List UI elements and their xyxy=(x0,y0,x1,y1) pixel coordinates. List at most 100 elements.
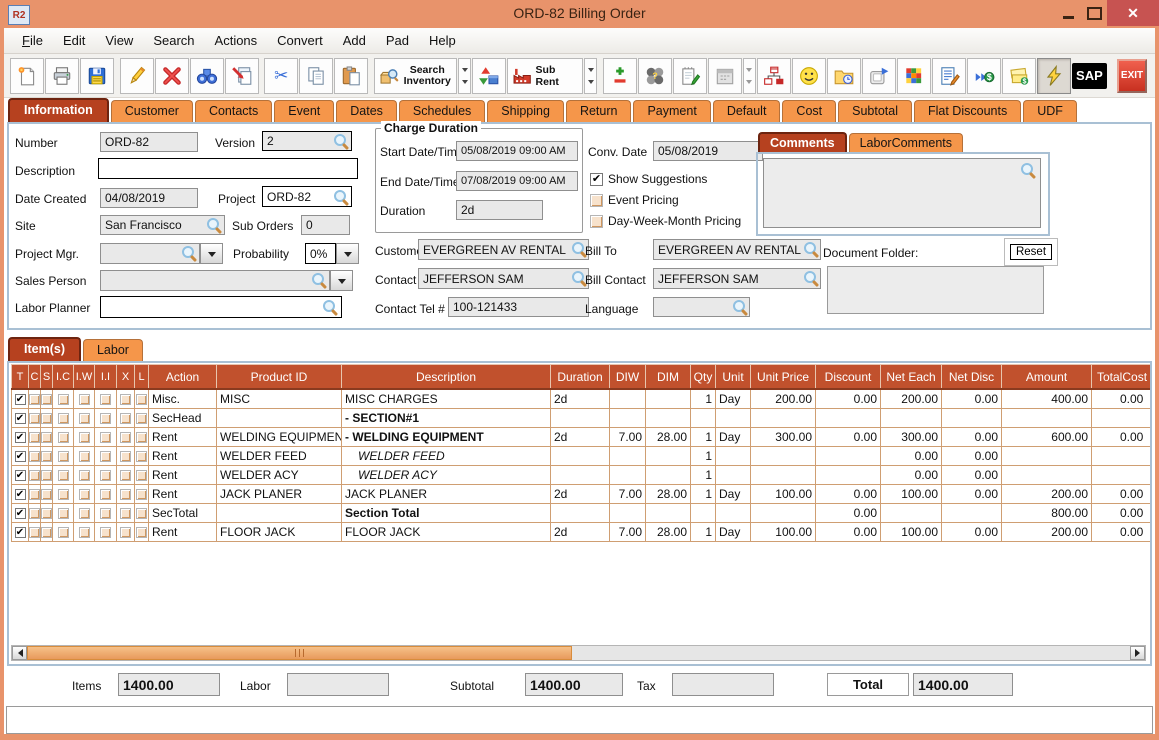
checkbox-icon[interactable] xyxy=(57,488,69,500)
probability-dropdown[interactable] xyxy=(336,243,359,264)
table-cell[interactable]: 28.00 xyxy=(645,426,691,447)
table-row[interactable]: ✔ Rent WELDER FEED WELDER FEED 1 0.00 0.00 xyxy=(11,445,1150,466)
row-checkbox-cell[interactable] xyxy=(116,407,135,428)
scrollbar-thumb[interactable] xyxy=(27,646,572,660)
table-cell[interactable]: 0.00 xyxy=(880,445,942,466)
row-checkbox-cell[interactable] xyxy=(40,426,53,447)
row-checkbox-cell[interactable] xyxy=(73,388,95,409)
search-inventory-button[interactable]: Search Inventory xyxy=(373,57,458,94)
delete-button[interactable] xyxy=(154,57,189,94)
table-cell[interactable] xyxy=(609,464,646,485)
table-cell[interactable]: 600.00 xyxy=(1001,426,1092,447)
number-field[interactable] xyxy=(100,132,198,152)
document-folder-box[interactable] xyxy=(827,266,1044,314)
conv-date-field[interactable] xyxy=(653,141,763,161)
table-cell[interactable]: Day xyxy=(715,426,751,447)
row-checkbox-cell[interactable] xyxy=(40,502,53,523)
tab-udf[interactable]: UDF xyxy=(1023,100,1077,122)
table-cell[interactable]: Rent xyxy=(148,483,217,504)
checkbox-icon[interactable] xyxy=(136,412,147,424)
row-checkbox-cell[interactable] xyxy=(134,407,149,428)
option-event-pricing[interactable]: Event Pricing xyxy=(590,192,679,208)
table-cell[interactable]: MISC CHARGES xyxy=(341,388,551,409)
column-header-c[interactable]: C xyxy=(28,364,41,390)
table-cell[interactable] xyxy=(941,502,1002,523)
table-cell[interactable]: 100.00 xyxy=(880,483,942,504)
checkbox-icon[interactable]: ✔ xyxy=(14,412,26,424)
checkbox-icon[interactable] xyxy=(136,526,147,538)
table-cell[interactable]: 7.00 xyxy=(609,483,646,504)
table-cell[interactable] xyxy=(1091,445,1150,466)
checkbox-icon[interactable] xyxy=(78,394,90,406)
table-cell[interactable]: 200.00 xyxy=(880,388,942,409)
table-cell[interactable]: 0.00 xyxy=(815,502,881,523)
tab-flat-discounts[interactable]: Flat Discounts xyxy=(914,100,1022,122)
table-cell[interactable] xyxy=(1091,464,1150,485)
row-checkbox-cell[interactable] xyxy=(134,388,149,409)
reset-button[interactable]: Reset xyxy=(1009,244,1053,260)
checkbox-icon[interactable] xyxy=(41,450,52,462)
table-cell[interactable]: 300.00 xyxy=(750,426,816,447)
column-header-unit[interactable]: Unit xyxy=(715,364,751,390)
checkbox-icon[interactable] xyxy=(41,526,52,538)
checkbox-icon[interactable] xyxy=(78,431,90,443)
row-checkbox-cell[interactable] xyxy=(52,407,74,428)
checkbox-icon[interactable] xyxy=(29,412,40,424)
table-cell[interactable]: 300.00 xyxy=(880,426,942,447)
add-remove-button[interactable] xyxy=(602,57,637,94)
sub-rent-dropdown[interactable] xyxy=(584,57,598,94)
row-checkbox-cell[interactable] xyxy=(40,483,53,504)
copy-special-button[interactable] xyxy=(224,57,259,94)
row-checkbox-cell[interactable]: ✔ xyxy=(11,521,29,542)
org-chart-button[interactable] xyxy=(756,57,791,94)
table-cell[interactable] xyxy=(645,407,691,428)
subtotal-field[interactable] xyxy=(525,673,623,696)
column-header-t[interactable]: T xyxy=(11,364,29,390)
checkbox-icon[interactable] xyxy=(29,431,40,443)
table-cell[interactable]: MISC xyxy=(216,388,342,409)
table-cell[interactable] xyxy=(750,464,816,485)
table-cell[interactable] xyxy=(1001,407,1092,428)
table-cell[interactable]: 7.00 xyxy=(609,426,646,447)
table-cell[interactable]: 28.00 xyxy=(645,483,691,504)
sales-person-dropdown[interactable] xyxy=(330,270,353,291)
folder-history-button[interactable] xyxy=(826,57,861,94)
column-header-i-c[interactable]: I.C xyxy=(52,364,74,390)
table-cell[interactable] xyxy=(609,388,646,409)
row-checkbox-cell[interactable]: ✔ xyxy=(11,502,29,523)
checkbox-icon[interactable] xyxy=(590,214,603,228)
table-cell[interactable]: 1 xyxy=(690,445,716,466)
table-cell[interactable]: 0.00 xyxy=(941,521,1002,542)
customer-field[interactable] xyxy=(418,239,589,260)
table-cell[interactable]: Section Total xyxy=(341,502,551,523)
row-checkbox-cell[interactable] xyxy=(28,388,41,409)
checkbox-icon[interactable] xyxy=(78,412,90,424)
table-cell[interactable]: 1 xyxy=(690,483,716,504)
column-header-discount[interactable]: Discount xyxy=(815,364,881,390)
checkbox-icon[interactable] xyxy=(41,394,52,406)
tab-event[interactable]: Event xyxy=(274,100,335,122)
close-button[interactable]: ✕ xyxy=(1107,0,1159,26)
checkbox-icon[interactable] xyxy=(136,488,147,500)
table-cell[interactable] xyxy=(690,502,716,523)
column-header-i-w[interactable]: I.W xyxy=(73,364,95,390)
table-cell[interactable]: 1 xyxy=(690,464,716,485)
table-cell[interactable]: 1 xyxy=(690,521,716,542)
table-cell[interactable] xyxy=(1001,445,1092,466)
tab-shipping[interactable]: Shipping xyxy=(487,100,564,122)
column-header-diw[interactable]: DIW xyxy=(609,364,646,390)
new-document-button[interactable] xyxy=(10,57,44,94)
row-checkbox-cell[interactable]: ✔ xyxy=(11,483,29,504)
bill-to-field[interactable] xyxy=(653,239,821,260)
checkbox-icon[interactable] xyxy=(120,526,131,538)
description-field[interactable] xyxy=(98,158,358,179)
option-show-suggestions[interactable]: ✔ Show Suggestions xyxy=(590,171,707,187)
table-cell[interactable]: - SECTION#1 xyxy=(341,407,551,428)
end-datetime-field[interactable] xyxy=(456,171,578,191)
row-checkbox-cell[interactable] xyxy=(134,445,149,466)
row-checkbox-cell[interactable] xyxy=(40,388,53,409)
total-field[interactable] xyxy=(913,673,1013,696)
checkbox-icon[interactable] xyxy=(41,507,52,519)
table-cell[interactable] xyxy=(550,464,610,485)
checkbox-icon[interactable] xyxy=(100,431,111,443)
